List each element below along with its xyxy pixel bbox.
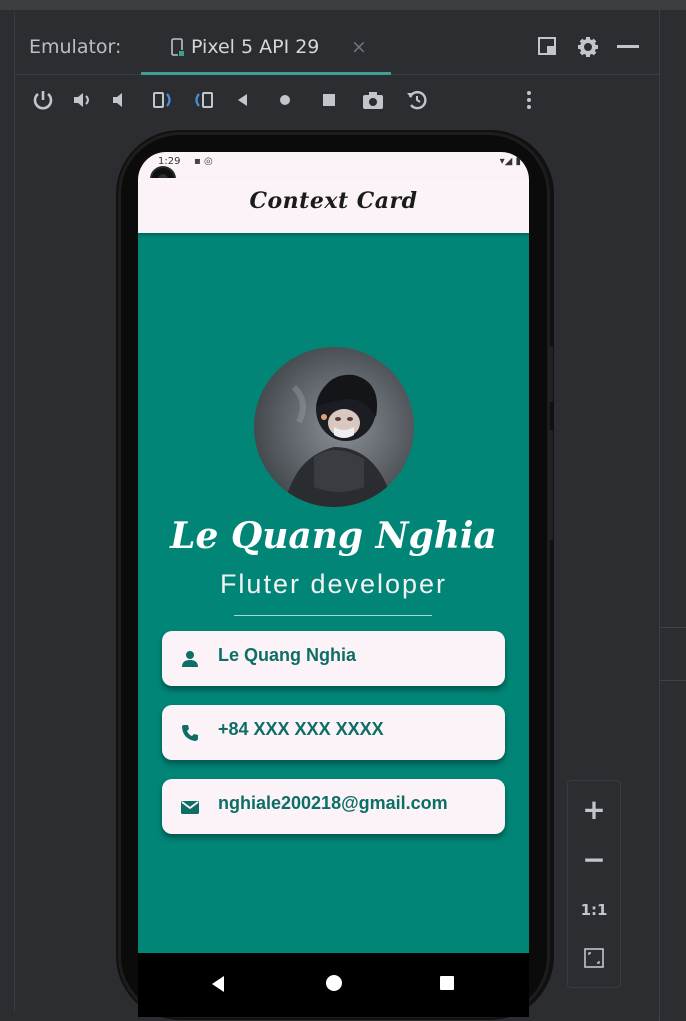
panel-separator — [660, 680, 686, 681]
power-icon[interactable] — [31, 88, 55, 112]
snapshot-icon[interactable] — [405, 88, 429, 112]
status-bar: 1:29 ▪ ◎ ▾◢ ▮ — [138, 152, 529, 178]
tab-active-indicator — [141, 72, 391, 75]
window-top-strip — [0, 0, 686, 10]
zoom-controls: + − 1:1 — [567, 780, 621, 988]
overview-icon[interactable] — [317, 88, 341, 112]
email-card-text: nghiale200218@gmail.com — [218, 793, 448, 813]
profile-name: Le Quang Nghia — [170, 515, 497, 557]
phone-card-text: +84 XXX XXX XXXX — [218, 719, 384, 739]
emulator-label: Emulator: — [29, 36, 122, 58]
volume-down-icon[interactable] — [109, 88, 133, 112]
home-icon[interactable] — [273, 88, 297, 112]
back-icon[interactable] — [231, 88, 255, 112]
tab-pixel-5[interactable]: Pixel 5 API 29 × — [141, 24, 391, 75]
email-icon — [181, 801, 199, 814]
avatar-illustration — [254, 347, 414, 507]
camera-icon[interactable] — [361, 88, 385, 112]
name-card-text: Le Quang Nghia — [218, 645, 357, 665]
volume-up-icon[interactable] — [71, 88, 95, 112]
emulator-tab-bar: Emulator: Pixel 5 API 29 × — [15, 12, 659, 75]
restore-icon[interactable] — [537, 36, 557, 56]
status-notification-icons: ▪ ◎ — [194, 156, 213, 167]
profile-role: Fluter developer — [219, 569, 448, 599]
tab-label: Pixel 5 API 29 — [191, 36, 320, 58]
zoom-in-button[interactable]: + — [568, 793, 620, 826]
gear-icon[interactable] — [577, 36, 599, 58]
app-bar: Context Card — [138, 178, 529, 233]
status-signal-battery-icons: ▾◢ ▮ — [499, 156, 521, 167]
phone-card[interactable]: +84 XXX XXX XXXX — [162, 705, 505, 760]
device-screen[interactable]: 1:29 ▪ ◎ ▾◢ ▮ Context Card Le Quang Nghi… — [138, 152, 529, 1017]
name-card[interactable]: Le Quang Nghia — [162, 631, 505, 686]
navigation-bar — [138, 953, 529, 1017]
nav-recents-icon[interactable] — [440, 976, 454, 990]
rotate-right-icon[interactable] — [191, 88, 215, 112]
device-volume-button[interactable] — [548, 430, 553, 540]
phone-icon — [182, 725, 198, 741]
panel-separator — [660, 627, 686, 628]
rotate-left-icon[interactable] — [151, 88, 175, 112]
divider — [234, 615, 432, 616]
app-title: Context Card — [249, 188, 418, 214]
fit-screen-icon[interactable] — [583, 947, 605, 969]
app-body: Le Quang Nghia Fluter developer Le Quang… — [138, 233, 529, 953]
emulator-toolbar — [15, 82, 659, 122]
device-icon — [171, 38, 185, 57]
person-icon — [182, 651, 198, 667]
nav-back-icon[interactable] — [212, 976, 224, 992]
zoom-actual-size-button[interactable]: 1:1 — [568, 901, 620, 919]
more-icon[interactable] — [517, 88, 541, 112]
avatar — [254, 347, 414, 507]
zoom-out-button[interactable]: − — [568, 843, 620, 876]
minimize-icon[interactable] — [617, 45, 639, 49]
device-power-button[interactable] — [548, 346, 553, 402]
right-side-panel — [659, 10, 686, 1021]
tab-close-icon[interactable]: × — [351, 36, 367, 58]
email-card[interactable]: nghiale200218@gmail.com — [162, 779, 505, 834]
nav-home-icon[interactable] — [326, 975, 342, 991]
